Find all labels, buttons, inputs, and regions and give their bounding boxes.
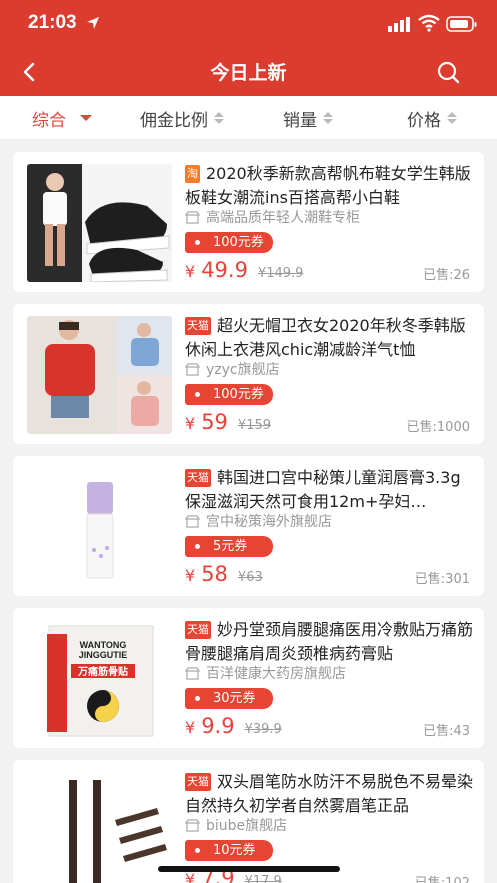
- shop-name-text: yzyc旗舰店: [206, 362, 280, 378]
- page-title: 今日上新: [210, 62, 287, 84]
- shop-icon: [185, 666, 200, 680]
- sort-label: 佣金比例: [140, 110, 208, 131]
- original-price: ¥63: [237, 570, 263, 585]
- currency-symbol: ¥: [185, 566, 196, 585]
- product-title: 天猫 韩国进口宫中秘策儿童润唇膏3.3g保湿滋润天然可食用12m+孕妇…: [185, 466, 475, 514]
- wifi-icon: [418, 14, 440, 32]
- original-price: ¥39.9: [244, 722, 282, 737]
- battery-icon: [446, 16, 477, 32]
- price: ¥ 49.9 ¥149.9: [185, 258, 303, 288]
- price-value: 58: [201, 562, 228, 586]
- original-price: ¥149.9: [257, 266, 304, 281]
- product-card[interactable]: WANTONG JINGGUTIE 万痛筋骨贴 天猫 妙丹堂颈肩腰腿痛医用冷敷贴万…: [13, 608, 484, 748]
- shop-name-text: 高端品质年轻人潮鞋专柜: [206, 210, 360, 226]
- product-card[interactable]: 天猫 双头眉笔防水防汗不易脱色不易晕染自然持久初学者自然雾眉笔正品 biube旗舰…: [13, 760, 484, 883]
- home-indicator[interactable]: [158, 866, 340, 872]
- product-title: 淘 2020秋季新款高帮帆布鞋女学生韩版板鞋女潮流ins百搭高帮小白鞋: [185, 162, 475, 210]
- shop-name-text: 百洋健康大药房旗舰店: [206, 666, 346, 682]
- product-title: 天猫 妙丹堂颈肩腰腿痛医用冷敷贴万痛筋骨腰腿痛肩周炎颈椎病药膏贴: [185, 618, 475, 666]
- sort-commission[interactable]: 佣金比例: [140, 106, 224, 131]
- product-title: 天猫 超火无帽卫衣女2020年秋冬季韩版休闲上衣港风chic潮减龄洋气t恤: [185, 314, 475, 362]
- coupon-badge[interactable]: 100元券: [185, 232, 273, 253]
- image-text: 万痛筋骨贴: [77, 665, 128, 678]
- coupon-badge[interactable]: 100元券: [185, 384, 273, 405]
- tmall-badge: 天猫: [185, 773, 211, 791]
- shop-icon: [185, 362, 200, 376]
- tmall-badge: 天猫: [185, 317, 211, 335]
- currency-symbol: ¥: [185, 262, 196, 281]
- shop-name: biube旗舰店: [185, 815, 287, 835]
- price: ¥ 9.9 ¥39.9: [185, 714, 282, 744]
- sort-arrows-icon: [214, 112, 224, 124]
- sold-count: 已售:301: [414, 572, 470, 587]
- product-image: [27, 316, 172, 434]
- shop-name: yzyc旗舰店: [185, 359, 280, 379]
- sort-arrows-icon: [323, 112, 333, 124]
- product-title-text: 超火无帽卫衣女2020年秋冬季韩版休闲上衣港风chic潮减龄洋气t恤: [185, 316, 466, 359]
- product-image: [27, 772, 172, 883]
- sold-count: 已售:43: [423, 724, 470, 739]
- product-title-text: 2020秋季新款高帮帆布鞋女学生韩版板鞋女潮流ins百搭高帮小白鞋: [185, 164, 471, 207]
- dropdown-triangle-icon: [80, 115, 92, 121]
- product-image: WANTONG JINGGUTIE 万痛筋骨贴: [27, 620, 172, 738]
- product-image: [27, 468, 172, 586]
- sort-price[interactable]: 价格: [407, 106, 457, 131]
- shop-name-text: biube旗舰店: [206, 818, 288, 834]
- coupon-badge[interactable]: 5元券: [185, 536, 273, 557]
- original-price: ¥17.9: [244, 874, 282, 883]
- tmall-badge: 天猫: [185, 621, 211, 639]
- tmall-badge: 天猫: [185, 469, 211, 487]
- original-price: ¥159: [237, 418, 272, 433]
- product-title-text: 妙丹堂颈肩腰腿痛医用冷敷贴万痛筋骨腰腿痛肩周炎颈椎病药膏贴: [185, 620, 474, 663]
- sort-comprehensive[interactable]: 综合: [32, 106, 92, 131]
- sort-label: 价格: [407, 110, 441, 131]
- sort-label: 销量: [283, 110, 317, 131]
- sort-bar: 综合 佣金比例 销量 价格: [0, 96, 497, 140]
- search-icon[interactable]: [432, 56, 464, 88]
- coupon-badge[interactable]: 30元券: [185, 688, 273, 709]
- product-card[interactable]: 淘 2020秋季新款高帮帆布鞋女学生韩版板鞋女潮流ins百搭高帮小白鞋 高端品质年…: [13, 152, 484, 292]
- price-value: 59: [201, 410, 228, 434]
- price: ¥ 59 ¥159: [185, 410, 271, 440]
- signal-icon: [388, 17, 410, 32]
- shop-icon: [185, 514, 200, 528]
- sort-label: 综合: [32, 110, 66, 131]
- image-text: WANTONG: [80, 640, 127, 650]
- location-arrow-icon: [87, 17, 99, 29]
- status-bar: 21:03: [0, 0, 497, 48]
- status-time: 21:03: [28, 12, 77, 33]
- shop-name: 宫中秘策海外旗舰店: [185, 511, 332, 531]
- shop-icon: [185, 818, 200, 832]
- shop-name: 百洋健康大药房旗舰店: [185, 663, 346, 683]
- shop-name: 高端品质年轻人潮鞋专柜: [185, 207, 360, 227]
- taobao-badge: 淘: [185, 165, 200, 183]
- sort-arrows-icon: [447, 112, 457, 124]
- sold-count: 已售:26: [423, 268, 470, 283]
- shop-icon: [185, 210, 200, 224]
- price-value: 9.9: [201, 714, 235, 738]
- image-text: JINGGUTIE: [79, 650, 128, 660]
- app-header: 21:03 今日上新: [0, 0, 497, 96]
- product-title-text: 双头眉笔防水防汗不易脱色不易晕染自然持久初学者自然雾眉笔正品: [185, 772, 474, 815]
- coupon-badge[interactable]: 10元券: [185, 840, 273, 861]
- shop-name-text: 宫中秘策海外旗舰店: [206, 514, 332, 530]
- price-value: 49.9: [201, 258, 248, 282]
- currency-symbol: ¥: [185, 718, 196, 737]
- product-title: 天猫 双头眉笔防水防汗不易脱色不易晕染自然持久初学者自然雾眉笔正品: [185, 770, 475, 818]
- product-card[interactable]: 天猫 超火无帽卫衣女2020年秋冬季韩版休闲上衣港风chic潮减龄洋气t恤 yzy…: [13, 304, 484, 444]
- product-image: [27, 164, 172, 282]
- product-title-text: 韩国进口宫中秘策儿童润唇膏3.3g保湿滋润天然可食用12m+孕妇…: [185, 468, 461, 511]
- product-card[interactable]: 天猫 韩国进口宫中秘策儿童润唇膏3.3g保湿滋润天然可食用12m+孕妇… 宫中秘策…: [13, 456, 484, 596]
- currency-symbol: ¥: [185, 414, 196, 433]
- sold-count: 已售:102: [415, 872, 470, 883]
- sort-sales[interactable]: 销量: [283, 106, 333, 131]
- sold-count: 已售:1000: [406, 420, 470, 435]
- price: ¥ 58 ¥63: [185, 562, 263, 592]
